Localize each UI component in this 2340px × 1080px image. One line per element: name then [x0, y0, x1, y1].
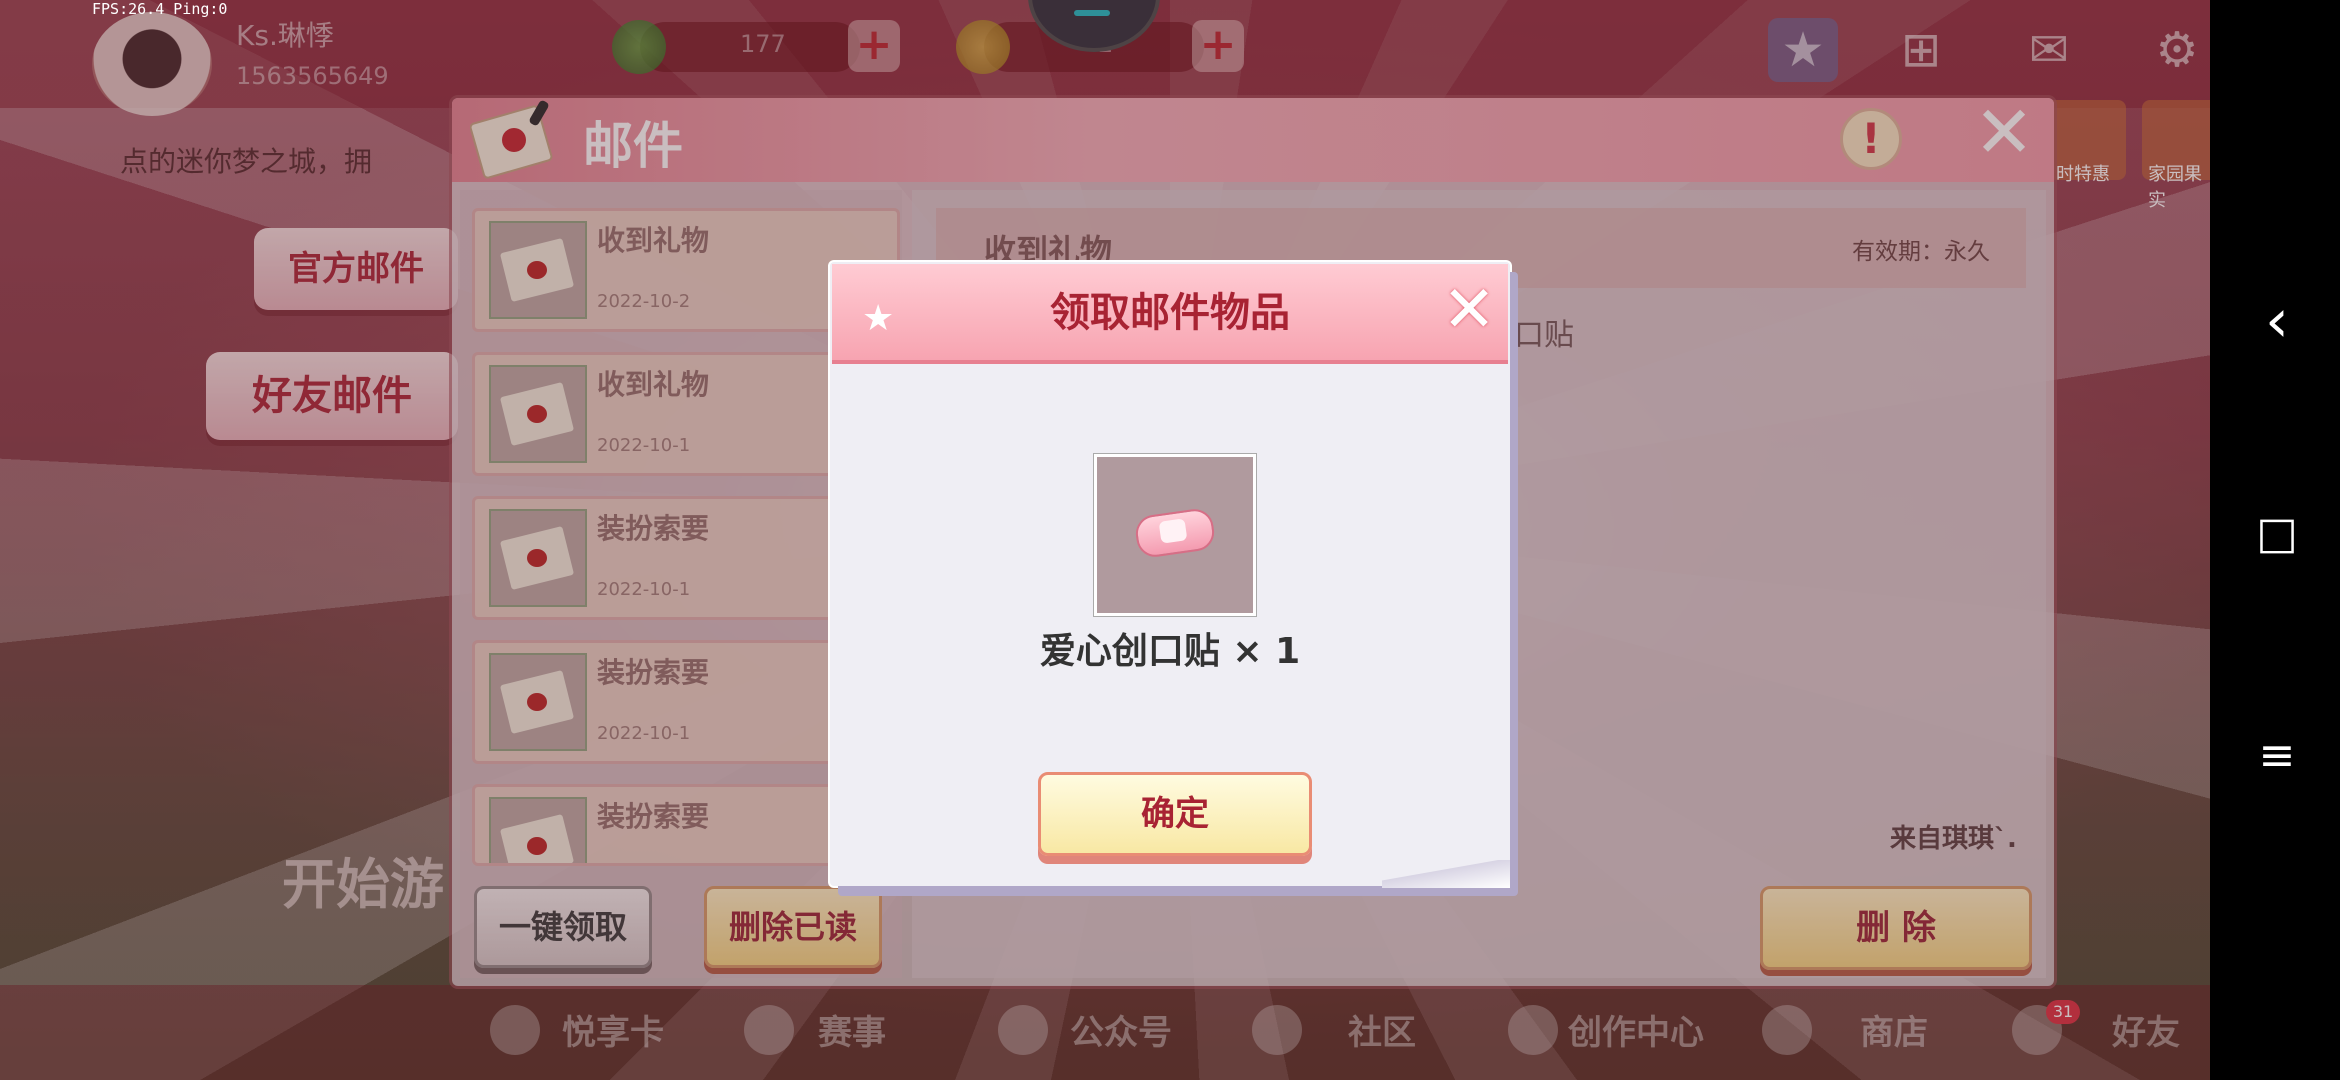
- bandage-pad: [1158, 518, 1188, 544]
- back-icon[interactable]: ‹: [2250, 286, 2304, 356]
- fps-readout: FPS:26.4 Ping:0: [92, 0, 228, 18]
- home-icon[interactable]: □: [2250, 508, 2304, 559]
- item-label: 爱心创口贴 × 1: [1039, 631, 1301, 672]
- confirm-button[interactable]: 确定: [1038, 772, 1312, 856]
- claim-dialog-close-button[interactable]: ✕: [1442, 278, 1496, 342]
- claim-dialog-title: 领取邮件物品: [1050, 290, 1290, 336]
- recents-icon[interactable]: ≡: [2250, 730, 2304, 781]
- game-background: Ks.琳悸 1563565649 177 + 2 + ★ ⊞ ✉ ⚙ 时特惠 家…: [0, 0, 2210, 1080]
- page-curl-decoration: [1382, 860, 1510, 888]
